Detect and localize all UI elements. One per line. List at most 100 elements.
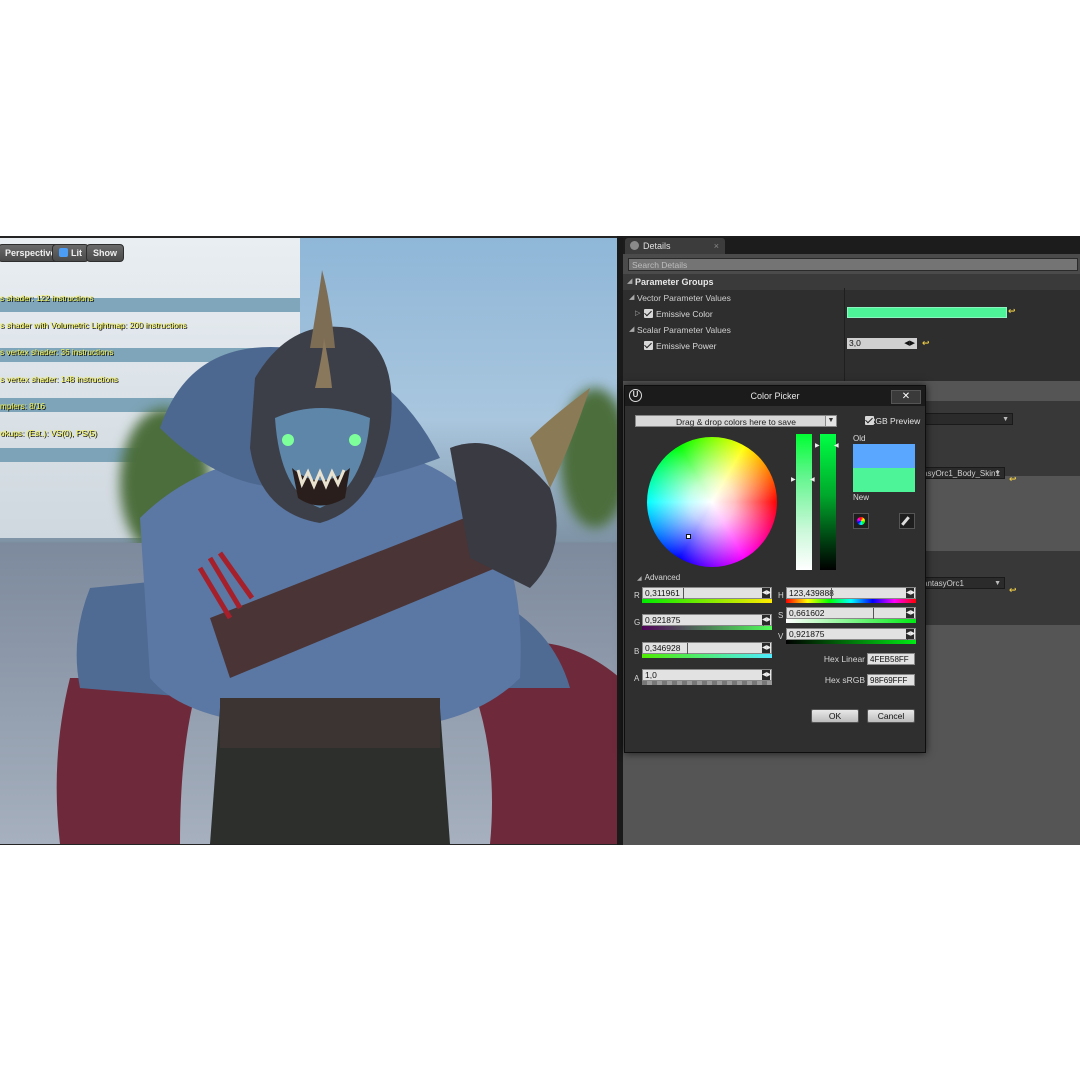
reset-to-default-icon[interactable]: ↩ [1009,585,1017,596]
slider-marker-icon[interactable]: ◀ [834,442,839,449]
color-picker-titlebar[interactable]: U Color Picker ✕ [625,386,925,406]
hex-linear-input[interactable]: 4FEB58FF [867,653,915,665]
close-icon: ✕ [901,391,911,402]
ok-label: OK [828,711,842,721]
scalar-parameter-group[interactable]: ◢ Scalar Parameter Values [623,322,1080,338]
alpha-value: 1,0 [645,670,657,680]
cancel-button[interactable]: Cancel [867,709,915,723]
red-value: 0,311961 [645,588,680,598]
parameter-groups-header[interactable]: ◢ Parameter Groups [623,274,1080,290]
color-wheel-icon [857,517,865,525]
parameter-groups-section: ◢ Parameter Groups ◢ Vector Parameter Va… [623,274,1080,381]
color-dropzone[interactable]: Drag & drop colors here to save [635,415,837,427]
saturation-gradient-bar [786,619,916,623]
stat-line: s shader with Volumetric Lightmap: 200 i… [0,321,187,330]
hue-input[interactable]: 123,439888 ◀▶ [786,587,916,599]
old-color-label: Old [853,434,866,443]
stat-line: mplers: 8/16 [0,402,46,411]
emissive-power-checkbox[interactable] [644,341,653,350]
hex-srgb-input[interactable]: 98F69FFF [867,674,915,686]
slider-marker-icon[interactable]: ▶ [791,476,796,483]
shader-stats-overlay: s shader: 122 instructions s shader with… [0,276,187,456]
blue-label: B [634,647,640,656]
saturation-input[interactable]: 0,661602 ◀▶ [786,607,916,619]
eyedropper-button[interactable] [899,513,915,529]
value-label: V [778,632,784,641]
emissive-power-input[interactable]: 3,0 ◀▶ [847,338,917,349]
hue-gradient-bar [786,599,916,603]
slider-marker-icon[interactable]: ▶ [815,442,820,449]
reset-to-default-icon[interactable]: ↩ [922,338,930,349]
red-input[interactable]: 0,311961 ◀▶ [642,587,772,599]
emissive-power-value: 3,0 [849,338,861,348]
alpha-input[interactable]: 1,0 ◀▶ [642,669,772,681]
saturation-slider[interactable] [796,434,812,570]
value-input[interactable]: 0,921875 ◀▶ [786,628,916,640]
red-label: R [634,591,640,600]
value-value: 0,921875 [789,629,825,639]
details-tabbar: Details × [623,236,1080,254]
lit-cube-icon [59,248,68,257]
expand-arrow-icon[interactable]: ▷ [635,306,640,322]
advanced-section-header[interactable]: ◢ Advanced [637,573,680,582]
column-divider[interactable] [844,288,845,381]
blue-input[interactable]: 0,346928 ◀▶ [642,642,772,654]
ok-button[interactable]: OK [811,709,859,723]
scalar-group-label: Scalar Parameter Values [637,325,731,335]
emissive-color-checkbox[interactable] [644,309,653,318]
stat-line: s vertex shader: 36 instructions [0,348,114,357]
tab-details[interactable]: Details × [625,238,725,254]
texture-combo-1[interactable]: asyOrc1_Body_Skin1 ▼ [919,467,1005,479]
collapse-arrow-icon: ◢ [627,278,633,285]
collapse-arrow-icon: ◢ [629,294,635,301]
reset-to-default-icon[interactable]: ↩ [1009,474,1017,485]
reset-to-default-icon[interactable]: ↩ [1008,306,1016,317]
stat-line: s vertex shader: 148 instructions [0,375,118,384]
blue-gradient-bar [642,654,772,658]
collapse-arrow-icon: ◢ [629,326,635,333]
color-picker-title: Color Picker [750,391,800,401]
red-gradient-bar [642,599,772,603]
color-wheel-selector[interactable] [686,534,691,539]
color-wheel-mode-button[interactable] [853,513,869,529]
level-viewport[interactable]: Perspective Lit Show s shader: 122 instr… [0,238,617,844]
color-wheel[interactable] [647,437,777,567]
green-input[interactable]: 0,921875 ◀▶ [642,614,772,626]
chevron-down-icon: ▼ [994,580,1001,587]
close-button[interactable]: ✕ [891,390,921,404]
slider-marker-icon[interactable]: ◀ [810,476,815,483]
srgb-preview-toggle[interactable]: sRGB Preview [853,415,920,427]
value-slider[interactable] [820,434,836,570]
drag-arrows-icon: ◀▶ [762,643,772,653]
green-gradient-bar [642,626,772,630]
advanced-label: Advanced [644,573,681,582]
stat-line: s shader: 122 instructions [0,294,94,303]
show-button[interactable]: Show [86,244,124,262]
perspective-label: Perspective [5,248,56,258]
hue-value: 123,439888 [789,588,834,598]
show-label: Show [93,248,117,258]
saturation-label: S [778,611,784,620]
unreal-logo-icon: U [629,389,642,402]
srgb-preview-checkbox[interactable] [865,416,874,425]
old-color-swatch[interactable] [853,444,915,468]
texture-combo-2[interactable]: antasyOrc1 ▼ [919,577,1005,589]
parent-material-combo[interactable]: ▼ [923,413,1013,425]
chevron-down-icon: ▼ [994,470,1001,477]
tab-close-icon[interactable]: × [714,238,719,254]
theme-dropdown-button[interactable]: ▼ [825,415,837,427]
parameter-groups-label: Parameter Groups [635,277,714,287]
emissive-color-swatch[interactable] [847,307,1007,318]
chevron-down-icon: ▼ [1002,416,1009,423]
chevron-down-icon: ▼ [827,417,835,424]
hex-srgb-value: 98F69FFF [870,676,908,685]
search-details-input[interactable]: Search Details [628,258,1078,271]
lit-button[interactable]: Lit [52,244,89,262]
drag-arrows-icon: ◀▶ [904,340,915,347]
green-value: 0,921875 [645,615,681,625]
hex-srgb-label: Hex sRGB [824,675,865,685]
alpha-gradient-bar [642,681,772,685]
vector-parameter-group[interactable]: ◢ Vector Parameter Values [623,290,1080,306]
green-label: G [634,618,641,627]
emissive-color-label: Emissive Color [656,309,713,319]
